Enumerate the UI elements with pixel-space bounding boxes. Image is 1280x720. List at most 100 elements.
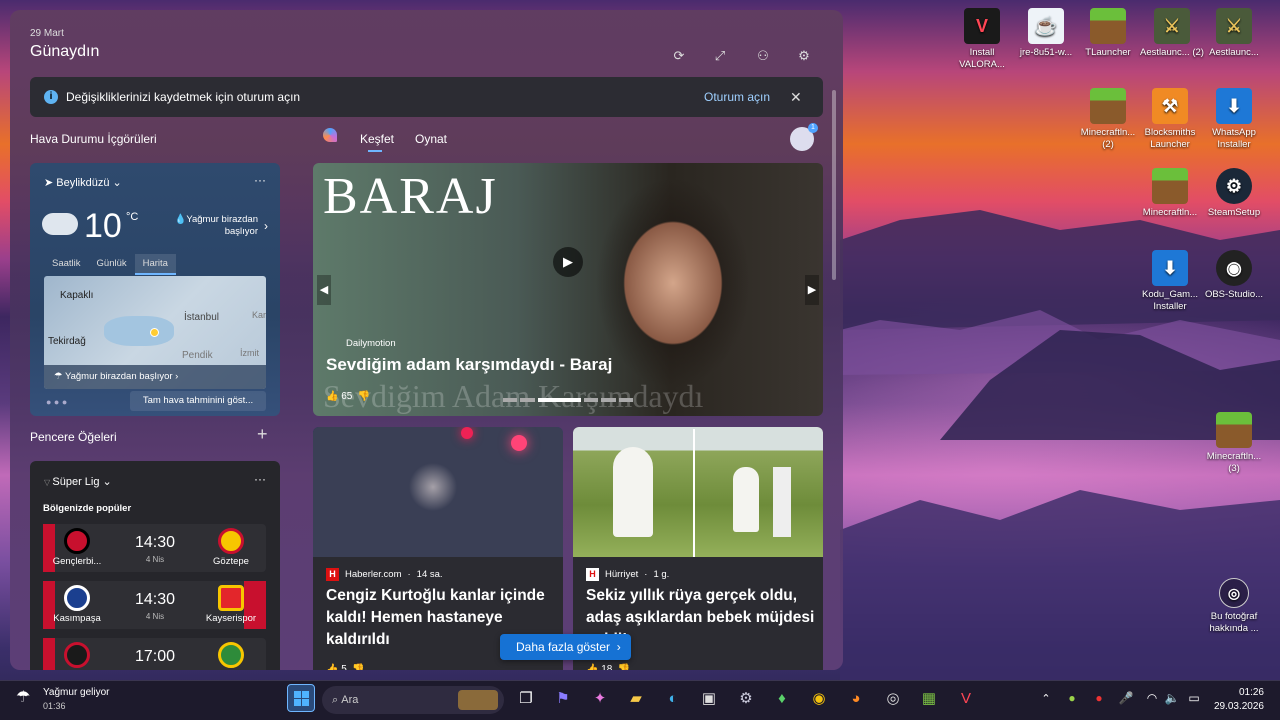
haberler-logo-icon: H: [326, 568, 339, 581]
thumbs-up-icon[interactable]: 👍: [326, 391, 338, 402]
add-widget-icon[interactable]: +: [257, 424, 268, 445]
match-time: 17:00: [134, 648, 176, 665]
desktop-icon-minecraft[interactable]: Minecraftln...: [1138, 168, 1202, 219]
clock-time[interactable]: 01:26: [1210, 687, 1264, 698]
desktop-icon-steamsetup[interactable]: ⚙ SteamSetup: [1202, 168, 1266, 219]
full-forecast-button[interactable]: Tam hava tahminini göst...: [130, 391, 266, 411]
taskbar-weather-title[interactable]: Yağmur geliyor: [43, 687, 110, 698]
match-time: 14:30: [134, 534, 176, 551]
start-button[interactable]: [287, 684, 315, 712]
expand-icon[interactable]: ⤢: [711, 48, 729, 63]
map-footer[interactable]: ☂ Yağmur birazdan başlıyor ›: [44, 365, 266, 389]
edge-icon[interactable]: ◐: [659, 684, 687, 712]
windows-logo-icon: [293, 690, 309, 706]
hero-video-card[interactable]: BARAJ ▶ ◀ ▶ Sevdiğim Adam Karşımdaydı Da…: [313, 163, 823, 416]
weather-map[interactable]: Kapaklı İstanbul Tekirdağ Pendik İzmit K…: [44, 276, 266, 389]
tray-app-icon[interactable]: ●: [1058, 684, 1086, 712]
rain-cloud-icon[interactable]: ☂: [16, 687, 30, 707]
weather-card[interactable]: ➤ Beylikdüzü ⌄ ··· 10 °C 💧Yağmur birazda…: [30, 163, 280, 416]
desktop-icon-valorant[interactable]: V Install VALORA...: [950, 8, 1014, 71]
map-label: Pendik: [182, 350, 213, 361]
obs-icon[interactable]: ◎: [879, 684, 907, 712]
thumbs-down-icon[interactable]: 👎: [618, 664, 630, 670]
desktop-icon-about-photo[interactable]: ◎ Bu fotoğraf hakkında ...: [1202, 578, 1266, 635]
thumbs-up-icon[interactable]: 👍: [326, 664, 338, 670]
java-icon: ☕: [1028, 8, 1064, 44]
figure-man: [773, 467, 791, 537]
panel-date: 29 Mart: [30, 28, 64, 39]
avatar[interactable]: 1: [790, 123, 818, 151]
location-selector[interactable]: ➤ Beylikdüzü ⌄: [44, 176, 122, 189]
team-crest-icon: [218, 528, 244, 554]
tab-hourly[interactable]: Saatlik: [44, 254, 89, 273]
desktop-icon-aestlauncher-2[interactable]: ⚔ Aestlaunc... (2): [1140, 8, 1204, 59]
match-row[interactable]: Gençlerbi... 14:30 4 Nis Göztepe: [43, 524, 266, 572]
copilot-icon[interactable]: [323, 128, 337, 142]
tab-daily[interactable]: Günlük: [89, 254, 135, 273]
next-arrow-icon[interactable]: ▶: [805, 275, 819, 305]
desktop-icon-minecraft-3[interactable]: Minecraftln... (3): [1202, 412, 1266, 475]
valorant-icon[interactable]: V: [952, 684, 980, 712]
map-label: İzmit: [240, 348, 259, 358]
signin-link[interactable]: Oturum açın: [704, 90, 770, 104]
match-row[interactable]: Kasımpaşa 14:30 4 Nis Kayserispor: [43, 581, 266, 629]
thumbs-down-icon[interactable]: 👎: [352, 664, 364, 670]
tray-app-icon[interactable]: ●: [1085, 684, 1113, 712]
task-view-icon[interactable]: ❐: [512, 684, 540, 712]
obs-icon: ◉: [1216, 250, 1252, 286]
match-time: 14:30: [134, 591, 176, 608]
chrome-icon[interactable]: ◉: [805, 684, 833, 712]
store-icon[interactable]: ▣: [695, 684, 723, 712]
grass-block-icon: [1216, 412, 1252, 448]
thumbs-up-icon[interactable]: 👍: [586, 664, 598, 670]
temperature: 10: [84, 207, 122, 245]
weather-tabs: Saatlik Günlük Harita: [44, 253, 176, 275]
thumbs-down-icon[interactable]: 👎: [358, 391, 370, 402]
taskbar-search[interactable]: ⌕ Ara: [322, 686, 504, 714]
tab-discover[interactable]: Keşfet: [360, 132, 394, 146]
signin-banner: i Değişikliklerinizi kaydetmek için otur…: [30, 77, 823, 117]
desktop-icon-kodu[interactable]: ⬇ Kodu_Gam... Installer: [1138, 250, 1202, 313]
refresh-icon[interactable]: ⟳: [670, 48, 688, 63]
hero-headline[interactable]: Sevdiğim adam karşımdaydı - Baraj: [326, 355, 612, 375]
super-lig-card[interactable]: ▽ Süper Lig ⌄ ··· Bölgenizde popüler Gen…: [30, 461, 280, 670]
map-label: İstanbul: [184, 312, 220, 323]
steam-icon[interactable]: ⚙: [732, 684, 760, 712]
copilot-icon[interactable]: ✦: [586, 684, 614, 712]
download-icon: ⬇: [1152, 250, 1188, 286]
teams-icon[interactable]: ⚑: [549, 684, 577, 712]
play-icon[interactable]: ▶: [553, 247, 583, 277]
tab-play[interactable]: Oynat: [415, 132, 447, 146]
more-options-icon[interactable]: ···: [254, 173, 266, 187]
league-selector[interactable]: ▽ Süper Lig ⌄: [44, 475, 112, 488]
settings-gear-icon[interactable]: ⚙: [795, 48, 813, 63]
desktop-icon-blocksmiths[interactable]: ⚒ Blocksmiths Launcher: [1138, 88, 1202, 151]
microphone-icon[interactable]: 🎤: [1112, 684, 1140, 712]
desktop-icon-tlauncher[interactable]: TLauncher: [1076, 8, 1140, 59]
clock-date[interactable]: 29.03.2026: [1204, 701, 1264, 712]
desktop-icon-aestlauncher[interactable]: ⚔ Aestlaunc...: [1202, 8, 1266, 59]
cloud-icon: [42, 213, 78, 235]
file-explorer-icon[interactable]: ▰: [622, 684, 650, 712]
scrollbar[interactable]: [832, 90, 836, 280]
desktop-icon-obs[interactable]: ◉ OBS-Studio...: [1202, 250, 1266, 301]
android-icon[interactable]: ♦: [768, 684, 796, 712]
chevron-up-icon[interactable]: ⌃: [1032, 684, 1060, 712]
firefox-icon[interactable]: ◕: [842, 684, 870, 712]
share-icon[interactable]: ⚇: [754, 48, 772, 63]
match-row[interactable]: 17:00: [43, 638, 266, 670]
prev-arrow-icon[interactable]: ◀: [317, 275, 331, 305]
show-more-button[interactable]: Daha fazla göster ›: [500, 634, 631, 660]
desktop-icon-whatsapp[interactable]: ⬇ WhatsApp Installer: [1202, 88, 1266, 151]
more-options-icon[interactable]: ···: [254, 472, 266, 486]
desktop-icon-java[interactable]: ☕ jre-8u51-w...: [1014, 8, 1078, 59]
minecraft-icon[interactable]: ▦: [915, 684, 943, 712]
team-crest-icon: [218, 642, 244, 668]
hero-background-text: Sevdiğim Adam Karşımdaydı: [323, 378, 704, 414]
close-icon[interactable]: ✕: [790, 89, 802, 106]
figure-dress: [613, 447, 653, 537]
chevron-right-icon[interactable]: ›: [264, 219, 268, 233]
news-image: [573, 427, 823, 557]
desktop-icon-minecraft-2[interactable]: Minecraftln... (2): [1076, 88, 1140, 151]
tab-map[interactable]: Harita: [134, 254, 176, 275]
